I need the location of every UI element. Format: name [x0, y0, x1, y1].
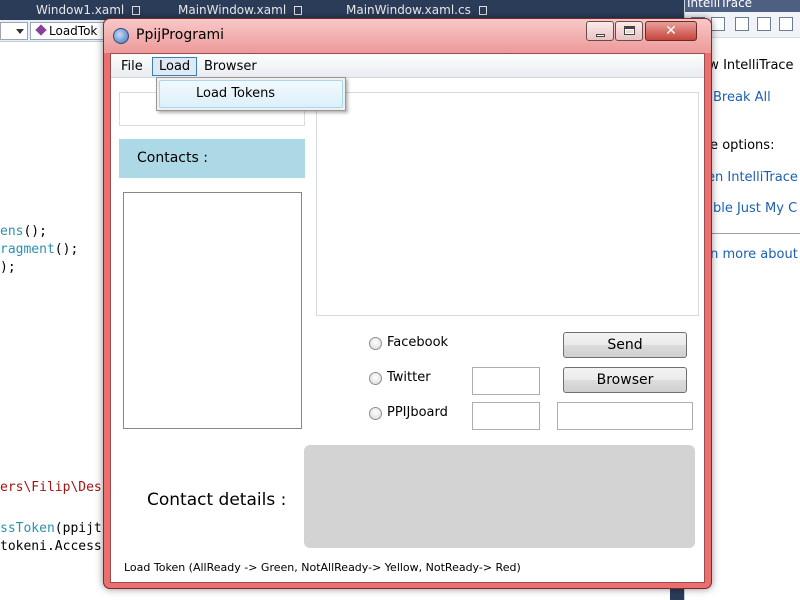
enable-just-my-code-link[interactable]: able Just My C: [705, 201, 797, 216]
chevron-down-icon: [16, 29, 24, 34]
status-text: Load Token (AllReady -> Green, NotAllRea…: [124, 561, 521, 574]
ide-document-tabs: Window1.xaml MainWindow.xaml MainWindow.…: [0, 0, 680, 20]
help-icon[interactable]: [779, 17, 793, 31]
menu-load[interactable]: Load: [152, 57, 198, 76]
send-button[interactable]: Send: [563, 332, 687, 358]
radio-label: PPIJboard: [387, 405, 448, 420]
forward-icon[interactable]: [711, 17, 725, 31]
close-icon: ✕: [665, 23, 677, 39]
ide-tab-window1[interactable]: Window1.xaml: [30, 0, 146, 20]
member-dropdown[interactable]: LoadTok: [30, 22, 108, 40]
menu-bar: File Load Browser: [111, 54, 704, 78]
maximize-button[interactable]: [615, 21, 643, 41]
search-icon[interactable]: [757, 17, 771, 31]
contact-details-label: Contact details :: [147, 490, 287, 510]
method-icon: [35, 24, 47, 36]
minimize-button[interactable]: [586, 21, 614, 41]
ide-tab-mainwindow-cs[interactable]: MainWindow.xaml.cs: [340, 0, 493, 20]
code-token: );: [0, 260, 16, 275]
web-browser-area[interactable]: [316, 92, 699, 316]
radio-circle[interactable]: [369, 337, 382, 350]
ppijboard-secondary-textbox[interactable]: [557, 402, 693, 430]
load-menu-dropdown: Load Tokens: [156, 77, 346, 111]
code-token: tokeni.Access: [0, 539, 102, 554]
panel-title: IntelliTrace: [685, 0, 800, 12]
code-token: (ppijt: [54, 521, 102, 536]
ide-navigation-bar: LoadTok: [0, 20, 110, 42]
code-line: ers\Filip\Des: [0, 480, 102, 495]
ide-tab-label: Window1.xaml: [36, 3, 125, 17]
radio-label: Twitter: [387, 370, 431, 385]
contacts-listbox[interactable]: [123, 192, 302, 429]
maximize-icon: [624, 26, 635, 35]
radio-circle[interactable]: [369, 372, 382, 385]
menu-item-load-tokens[interactable]: Load Tokens: [159, 80, 343, 108]
window-title: PpijProgrami: [136, 27, 225, 43]
ide-tab-mainwindow-xaml[interactable]: MainWindow.xaml: [172, 0, 308, 20]
menu-browser[interactable]: Browser: [197, 57, 264, 76]
ppijboard-textbox[interactable]: [472, 402, 540, 430]
code-token: ragment: [0, 242, 55, 257]
ide-tab-label: MainWindow.xaml.cs: [346, 3, 471, 17]
radio-circle[interactable]: [369, 407, 382, 420]
code-editor[interactable]: ens(); ragment(); ); ers\Filip\Des ssTok…: [0, 42, 110, 600]
twitter-textbox[interactable]: [472, 367, 540, 395]
open-intellitrace-link[interactable]: en IntelliTrace: [707, 170, 798, 185]
window-client-area: File Load Browser Load Tokens Contacts :…: [110, 53, 705, 583]
code-line: );: [0, 260, 16, 275]
contact-details-panel: [304, 445, 695, 548]
title-bar[interactable]: PpijProgrami ✕: [104, 19, 711, 53]
code-line: ens();: [0, 224, 47, 239]
contacts-header: Contacts :: [119, 139, 305, 178]
code-token: ens: [0, 224, 24, 239]
type-dropdown[interactable]: [0, 22, 28, 40]
settings-icon[interactable]: [735, 17, 749, 31]
close-button[interactable]: ✕: [645, 21, 697, 41]
document-icon: [132, 6, 141, 15]
panel-divider: [703, 233, 800, 234]
member-dropdown-label: LoadTok: [49, 24, 98, 38]
break-all-link[interactable]: Break All: [713, 90, 771, 105]
code-token: ();: [23, 224, 47, 239]
code-line: ragment();: [0, 242, 78, 257]
panel-options-heading: re options:: [705, 138, 775, 153]
minimize-icon: [596, 34, 605, 37]
learn-more-link[interactable]: rn more about: [705, 247, 798, 262]
document-icon: [294, 6, 303, 15]
code-line: ssToken(ppijt: [0, 521, 102, 536]
code-token: ();: [54, 242, 79, 257]
app-icon: [113, 28, 129, 44]
browser-button[interactable]: Browser: [563, 367, 687, 393]
radio-label: Facebook: [387, 335, 449, 350]
app-window: PpijProgrami ✕ File Load Browser Load To…: [103, 18, 712, 589]
ide-tab-label: MainWindow.xaml: [178, 3, 287, 17]
contacts-label: Contacts :: [137, 150, 208, 166]
code-token: ssToken: [0, 521, 55, 536]
document-icon: [478, 6, 487, 15]
menu-file[interactable]: File: [114, 57, 150, 76]
code-line: tokeni.Access: [0, 539, 102, 554]
code-token: ers\Filip\Des: [0, 480, 102, 495]
